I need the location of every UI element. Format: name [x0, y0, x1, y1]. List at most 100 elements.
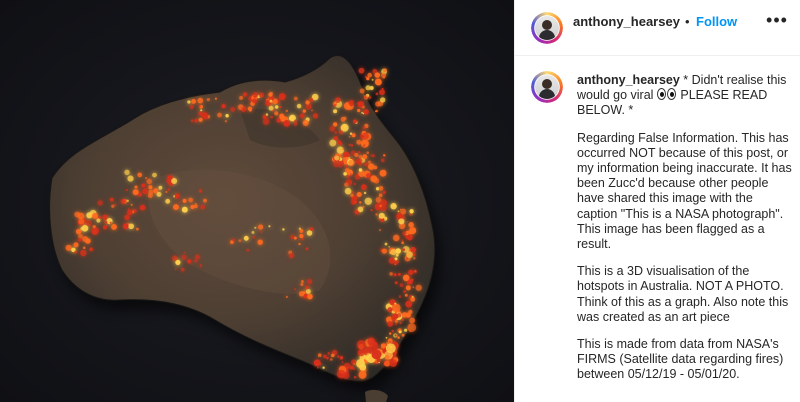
fire-hotspot — [399, 283, 404, 288]
fire-hotspot — [342, 148, 345, 151]
more-options-icon[interactable]: ••• — [765, 10, 789, 34]
fire-hotspot — [366, 151, 369, 154]
fire-hotspot — [300, 282, 304, 287]
fire-hotspot — [200, 109, 203, 112]
fire-hotspot — [200, 204, 206, 210]
fire-hotspot — [336, 146, 344, 154]
fire-hotspot — [337, 140, 342, 145]
fire-hotspot — [353, 368, 356, 371]
fire-hotspot — [363, 191, 367, 195]
eyes-emoji-icon — [656, 88, 677, 101]
fire-hotspot — [317, 353, 322, 358]
fire-hotspot — [398, 295, 402, 298]
fire-hotspot — [187, 100, 191, 104]
fire-hotspot — [398, 218, 405, 225]
fire-hotspot — [327, 352, 330, 355]
fire-hotspot — [401, 333, 405, 337]
fire-hotspot — [301, 280, 304, 283]
fire-hotspot — [404, 328, 408, 332]
fire-hotspot — [411, 295, 414, 298]
fire-hotspot — [152, 172, 157, 178]
fire-hotspot — [201, 112, 208, 119]
fire-hotspot — [142, 188, 148, 195]
fire-hotspot — [75, 228, 82, 235]
fire-hotspot — [262, 118, 270, 125]
fire-hotspot — [102, 225, 108, 230]
fire-hotspot — [268, 92, 273, 97]
fire-hotspot — [346, 175, 350, 178]
fire-hotspot — [361, 349, 365, 353]
follow-button[interactable]: Follow — [696, 14, 737, 30]
fire-hotspot — [333, 136, 339, 141]
fire-hotspot — [65, 244, 72, 251]
fire-hotspot — [96, 218, 101, 223]
fire-hotspot — [384, 354, 390, 360]
fire-hotspot — [85, 219, 92, 227]
fire-hotspot — [381, 87, 384, 90]
fire-hotspot — [344, 182, 349, 187]
fire-hotspot — [239, 95, 244, 100]
fire-hotspot — [375, 213, 378, 216]
fire-hotspot — [167, 188, 171, 192]
comment-author-avatar[interactable] — [531, 71, 563, 103]
fire-hotspot — [409, 270, 413, 274]
fire-hotspot — [296, 103, 302, 109]
fire-hotspot — [194, 203, 197, 205]
fire-hotspot — [404, 293, 408, 297]
fire-hotspot — [127, 209, 133, 216]
fire-hotspot — [290, 235, 295, 239]
fire-hotspot — [357, 206, 364, 213]
fire-hotspot — [405, 312, 411, 318]
fire-hotspot — [368, 95, 372, 99]
fire-hotspot — [199, 264, 203, 267]
fire-hotspot — [405, 257, 408, 260]
fire-hotspot — [188, 197, 194, 203]
fire-hotspot — [181, 254, 187, 260]
fire-hotspot — [397, 336, 400, 339]
fire-hotspot — [409, 209, 414, 214]
fire-hotspot — [252, 98, 258, 104]
fire-hotspot — [214, 97, 217, 100]
fire-hotspot — [130, 203, 133, 206]
fire-hotspot — [375, 101, 381, 107]
fire-hotspot — [370, 209, 373, 212]
comment-author-username[interactable]: anthony_hearsey — [577, 73, 680, 87]
fire-hotspot — [194, 259, 198, 263]
fire-hotspot — [378, 361, 380, 364]
fire-hotspot — [363, 162, 369, 167]
fire-hotspot — [343, 161, 348, 165]
fire-hotspot — [285, 295, 289, 299]
fire-hotspot — [392, 304, 395, 307]
fire-hotspot — [406, 251, 413, 259]
fire-hotspot — [395, 253, 399, 257]
fire-hotspot — [366, 76, 370, 81]
fire-hotspot — [173, 204, 179, 211]
fire-hotspot — [413, 257, 416, 260]
fire-hotspot — [294, 119, 297, 123]
author-avatar[interactable] — [531, 12, 563, 44]
fire-hotspot — [389, 341, 391, 343]
fire-hotspot — [344, 187, 352, 195]
fire-hotspot — [380, 158, 385, 163]
fire-hotspot — [174, 193, 180, 199]
caption-paragraph-1: anthony_hearsey * Didn't realise this wo… — [577, 73, 793, 119]
fire-hotspot — [288, 115, 295, 121]
post-image[interactable] — [0, 0, 514, 402]
fire-hotspot — [252, 92, 259, 98]
post-sidebar: anthony_hearsey • Follow ••• anthony_hea… — [514, 0, 800, 402]
fire-hotspot — [269, 99, 273, 103]
fire-hotspot — [306, 279, 313, 285]
fire-hotspot — [221, 104, 226, 109]
fire-hotspot — [340, 116, 346, 122]
author-username[interactable]: anthony_hearsey — [573, 14, 680, 30]
fire-hotspot — [333, 109, 338, 114]
fire-hotspot — [134, 185, 138, 189]
fire-hotspot — [241, 107, 244, 110]
fire-hotspot — [402, 231, 407, 236]
caption-paragraph-3: This is a 3D visualisation of the hotspo… — [577, 264, 789, 324]
fire-hotspot — [89, 247, 94, 252]
fire-hotspot — [384, 242, 388, 246]
fire-hotspot — [350, 144, 354, 147]
fire-hotspot — [394, 334, 397, 337]
fire-hotspot — [383, 154, 386, 157]
